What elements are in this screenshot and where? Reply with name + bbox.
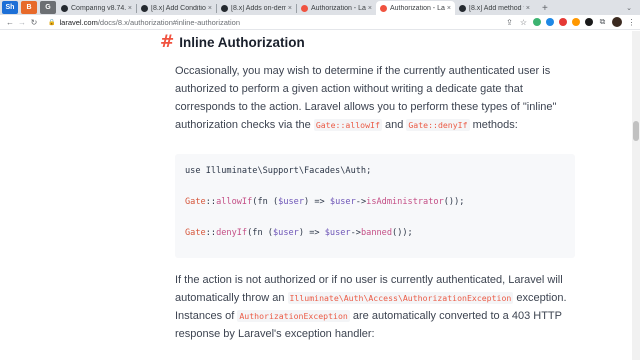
laravel-icon	[301, 4, 308, 12]
tab-title: [8.x] Add Condition...	[151, 4, 206, 12]
tab-title: [8.x] Adds on-dem...	[231, 4, 286, 12]
code-line-3: Gate::denyIf(fn ($user) => $user->banned…	[185, 228, 413, 238]
reload-icon[interactable]: ↻	[28, 18, 40, 27]
address-bar[interactable]: laravel.com/docs/8.x/authorization#inlin…	[59, 18, 240, 27]
code-token: ::	[205, 197, 217, 207]
code-token: $user	[329, 197, 356, 207]
pinned-tab-1[interactable]: Sh	[2, 1, 18, 14]
paragraph-text: methods:	[469, 119, 518, 131]
close-icon[interactable]: ×	[208, 5, 212, 12]
scrollbar-thumb[interactable]	[633, 121, 639, 141]
code-line-1: use Illuminate\Support\Facades\Auth;	[185, 166, 371, 176]
tab-2[interactable]: [8.x] Add Condition... ×	[137, 1, 216, 15]
close-icon[interactable]: ×	[368, 5, 372, 12]
code-token: Illuminate\Support\Facades\Auth;	[205, 166, 372, 176]
close-icon[interactable]: ×	[288, 5, 292, 12]
code-token: (fn (	[252, 197, 279, 207]
tab-title: Comparing v8.74.0...	[71, 4, 126, 12]
address-toolbar: ← → ↻ 🔒 laravel.com/docs/8.x/authorizati…	[0, 15, 640, 30]
code-token: ) =>	[298, 228, 325, 238]
extension-icon[interactable]	[572, 18, 580, 26]
tab-strip: Sh B G Comparing v8.74.0... × [8.x] Add …	[0, 0, 640, 15]
paragraph-text: and	[381, 119, 407, 131]
anchor-link[interactable]: #	[160, 32, 174, 52]
section-heading: # Inline Authorization	[160, 32, 305, 52]
profile-avatar[interactable]	[612, 17, 622, 27]
github-icon	[459, 4, 466, 12]
extension-icon[interactable]	[546, 18, 554, 26]
lock-icon[interactable]: 🔒	[48, 19, 55, 26]
pinned-tab-2[interactable]: B	[21, 1, 37, 14]
code-token: ->	[350, 228, 361, 238]
page-scrollbar[interactable]	[632, 31, 640, 360]
tab-search-icon[interactable]: ⌄	[626, 4, 632, 12]
extension-icon[interactable]	[533, 18, 541, 26]
tab-title: Authorization - Lar...	[311, 4, 366, 12]
code-token: Gate	[185, 228, 206, 238]
code-token: ());	[443, 197, 465, 207]
github-icon	[221, 4, 228, 12]
tab-title: Authorization - La...	[390, 4, 445, 12]
close-icon[interactable]: ×	[447, 5, 451, 12]
extensions-puzzle-icon[interactable]: ⧉	[598, 17, 607, 27]
tab-title: [8.x] Add method t...	[469, 4, 524, 12]
url-path: /docs/8.x/authorization#inline-authoriza…	[97, 17, 241, 27]
inline-code: AuthorizationException	[237, 310, 350, 322]
github-icon	[61, 4, 68, 12]
url-host: laravel.com	[59, 17, 98, 27]
code-token: isAdministrator	[366, 197, 444, 207]
share-icon[interactable]: ⇪	[505, 18, 514, 27]
section-title: Inline Authorization	[179, 34, 305, 50]
code-token: $user	[278, 197, 305, 207]
laravel-icon	[380, 4, 387, 12]
code-token: ) =>	[304, 197, 330, 207]
inline-code: Illuminate\Auth\Access\AuthorizationExce…	[287, 292, 514, 304]
close-icon[interactable]: ×	[526, 5, 530, 12]
close-icon[interactable]: ×	[128, 5, 132, 12]
tab-6[interactable]: [8.x] Add method t... ×	[455, 1, 534, 15]
code-token: Gate	[185, 197, 206, 207]
forward-icon[interactable]: →	[16, 18, 28, 27]
code-block[interactable]: use Illuminate\Support\Facades\Auth; Gat…	[175, 154, 575, 258]
code-token: ->	[355, 197, 367, 207]
extension-icon[interactable]	[559, 18, 567, 26]
extension-icon[interactable]	[585, 18, 593, 26]
code-token: ::	[205, 228, 217, 238]
menu-icon[interactable]: ⋮	[627, 18, 636, 27]
docs-page: # Inline Authorization Occasionally, you…	[0, 31, 640, 360]
inline-code: Gate::denyIf	[406, 119, 470, 131]
tab-3[interactable]: [8.x] Adds on-dem... ×	[217, 1, 296, 15]
inline-code: Gate::allowIf	[313, 119, 382, 131]
bookmark-star-icon[interactable]: ☆	[519, 18, 528, 27]
github-icon	[141, 4, 148, 12]
code-token: allowIf	[216, 197, 253, 207]
intro-paragraph: Occasionally, you may wish to determine …	[175, 62, 570, 134]
code-line-2: Gate::allowIf(fn ($user) => $user->isAdm…	[185, 197, 464, 207]
code-token: denyIf	[216, 228, 248, 238]
toolbar-actions: ⇪ ☆ ⧉ ⋮	[505, 17, 636, 27]
code-token: (fn (	[247, 228, 273, 238]
code-token: banned	[360, 228, 393, 238]
code-token: use	[185, 166, 206, 176]
back-icon[interactable]: ←	[4, 18, 16, 27]
code-token: ());	[392, 228, 413, 238]
code-token: $user	[324, 228, 351, 238]
tab-1[interactable]: Comparing v8.74.0... ×	[57, 1, 136, 15]
new-tab-icon[interactable]: +	[542, 3, 548, 14]
exception-paragraph: If the action is not authorized or if no…	[175, 271, 570, 343]
code-token: $user	[272, 228, 299, 238]
tab-5-active[interactable]: Authorization - La... ×	[376, 1, 455, 15]
pinned-tab-3[interactable]: G	[40, 1, 56, 14]
tab-4[interactable]: Authorization - Lar... ×	[297, 1, 376, 15]
